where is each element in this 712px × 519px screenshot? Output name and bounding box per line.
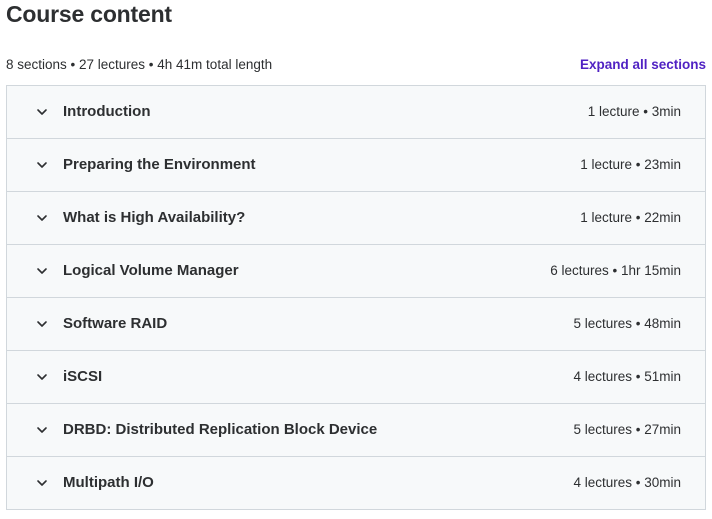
section-what-is-high-availability[interactable]: What is High Availability? 1 lecture • 2… [7,192,705,245]
section-meta: 6 lectures • 1hr 15min [550,263,681,278]
chevron-down-icon [35,423,49,437]
section-title: Preparing the Environment [63,156,256,173]
chevron-down-icon [35,476,49,490]
section-meta: 1 lecture • 3min [587,104,681,119]
section-introduction[interactable]: Introduction 1 lecture • 3min [7,86,705,139]
section-meta: 1 lecture • 22min [580,210,681,225]
chevron-down-icon [35,105,49,119]
section-meta: 4 lectures • 51min [573,369,681,384]
section-title: DRBD: Distributed Replication Block Devi… [63,421,378,438]
chevron-down-icon [35,317,49,331]
section-meta: 4 lectures • 30min [573,475,681,490]
section-preparing-the-environment[interactable]: Preparing the Environment 1 lecture • 23… [7,139,705,192]
section-title: iSCSI [63,368,103,385]
course-summary-text: 8 sections • 27 lectures • 4h 41m total … [6,57,273,72]
section-software-raid[interactable]: Software RAID 5 lectures • 48min [7,298,705,351]
chevron-down-icon [35,158,49,172]
section-multipath-io[interactable]: Multipath I/O 4 lectures • 30min [7,457,705,509]
chevron-down-icon [35,370,49,384]
expand-all-sections-button[interactable]: Expand all sections [580,55,706,75]
section-meta: 5 lectures • 27min [573,422,681,437]
section-title: Introduction [63,103,151,120]
section-title: Software RAID [63,315,168,332]
section-logical-volume-manager[interactable]: Logical Volume Manager 6 lectures • 1hr … [7,245,705,298]
course-summary-row: 8 sections • 27 lectures • 4h 41m total … [6,55,706,75]
chevron-down-icon [35,264,49,278]
section-title: Logical Volume Manager [63,262,239,279]
section-title: What is High Availability? [63,209,246,226]
sections-list: Introduction 1 lecture • 3min Preparing … [6,85,706,510]
section-meta: 1 lecture • 23min [580,157,681,172]
page-title: Course content [6,1,172,27]
section-meta: 5 lectures • 48min [573,316,681,331]
section-drbd[interactable]: DRBD: Distributed Replication Block Devi… [7,404,705,457]
chevron-down-icon [35,211,49,225]
section-title: Multipath I/O [63,474,154,491]
section-iscsi[interactable]: iSCSI 4 lectures • 51min [7,351,705,404]
